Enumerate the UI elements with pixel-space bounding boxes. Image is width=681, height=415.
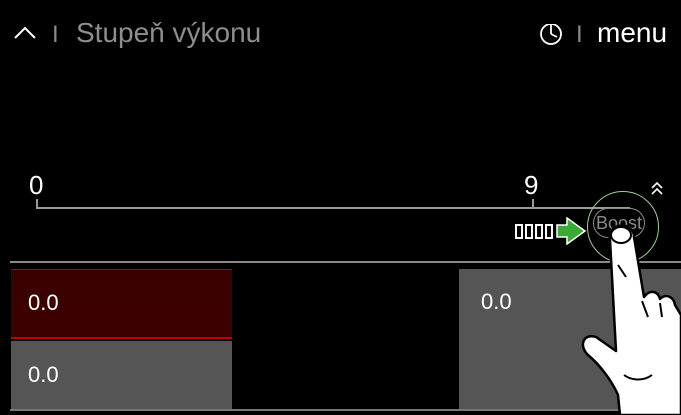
timer-icon[interactable] [538,20,564,46]
double-chevron-up-icon [651,181,663,195]
power-level-slider[interactable] [36,207,630,209]
slider-min-label: 0 [29,170,44,200]
boost-button[interactable]: Boost [593,208,645,238]
slider-max-label: 9 [524,170,539,200]
page-title: Stupeň výkonu [76,17,262,48]
menu-button[interactable]: menu [597,16,667,50]
divider [10,261,681,263]
divider [10,409,681,411]
cooking-zone-rear-left[interactable]: 0.0 [11,341,232,409]
boost-arrow-icon [515,217,587,245]
cooking-zone-front-left[interactable]: 0.0 [11,269,232,339]
chevron-up-icon[interactable] [12,20,38,46]
zone-power-value: 0.0 [28,290,59,315]
zone-power-value: 0.0 [28,362,59,387]
header-separator: I [52,21,59,48]
header-bar: I Stupeň výkonu I menu [0,0,681,70]
header-separator: I [576,21,583,48]
cooking-zone-right[interactable]: 0.0 [459,269,681,409]
zone-power-value: 0.0 [481,289,512,314]
